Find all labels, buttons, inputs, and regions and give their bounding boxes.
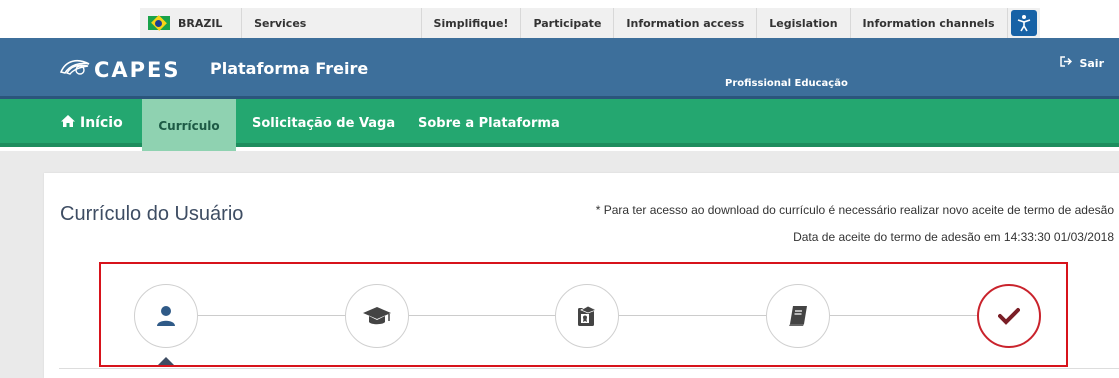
- gov-top-bar: BRAZIL Services Simplifique! Participate…: [0, 0, 1119, 38]
- gov-item-label: Legislation: [769, 16, 838, 30]
- curriculum-stepper: [99, 262, 1068, 367]
- divider: [59, 368, 1119, 369]
- logout-label: Sair: [1079, 57, 1104, 70]
- step-connector: [619, 315, 766, 316]
- current-step-caret: [158, 357, 174, 365]
- logo-text: CAPES: [94, 58, 181, 82]
- step-certificates[interactable]: [555, 284, 619, 348]
- capes-logo[interactable]: CAPES: [58, 56, 181, 84]
- step-finish[interactable]: [977, 284, 1041, 348]
- accessibility-icon: [1010, 10, 1037, 36]
- gov-bar-menu: BRAZIL Services Simplifique! Participate…: [140, 8, 1040, 38]
- home-icon: [60, 114, 76, 132]
- download-notice: * Para ter acesso ao download do currícu…: [595, 203, 1114, 217]
- step-connector: [830, 315, 977, 316]
- nav-item-inicio[interactable]: Início: [60, 99, 123, 147]
- gov-item-information-channels[interactable]: Information channels: [851, 8, 1008, 38]
- gov-item-brazil[interactable]: BRAZIL: [140, 8, 243, 38]
- capes-logo-icon: [58, 56, 92, 84]
- page-title: Currículo do Usuário: [60, 203, 244, 225]
- check-icon: [998, 307, 1020, 325]
- step-connector: [409, 315, 555, 316]
- nav-item-label: Solicitação de Vaga: [252, 115, 396, 131]
- book-icon: [787, 304, 809, 328]
- nav-item-solicitacao-de-vaga[interactable]: Solicitação de Vaga: [252, 99, 395, 147]
- logout-button[interactable]: Sair: [1060, 56, 1104, 70]
- accessibility-button[interactable]: [1008, 8, 1040, 38]
- gov-item-label: Participate: [533, 16, 602, 30]
- brazil-flag-icon: [148, 16, 170, 30]
- gov-item-label: Information channels: [862, 16, 995, 30]
- accept-date-text: Data de aceite do termo de adesão em 14:…: [793, 230, 1114, 244]
- gov-item-simplifique[interactable]: Simplifique!: [422, 8, 522, 38]
- user-profile-label: Profissional Educação: [725, 78, 848, 89]
- sign-out-icon: [1060, 56, 1076, 70]
- site-header: CAPES Plataforma Freire Profissional Edu…: [0, 38, 1119, 100]
- gov-item-services[interactable]: Services: [242, 8, 422, 38]
- nav-item-sobre-a-plataforma[interactable]: Sobre a Plataforma: [418, 99, 560, 147]
- graduation-cap-icon: [362, 305, 392, 327]
- nav-item-label: Currículo: [158, 119, 220, 133]
- gov-item-label: Information access: [626, 16, 745, 30]
- platform-name: Plataforma Freire: [210, 59, 369, 78]
- gov-item-legislation[interactable]: Legislation: [757, 8, 851, 38]
- nav-item-label: Início: [80, 115, 123, 131]
- gov-item-participate[interactable]: Participate: [521, 8, 615, 38]
- gov-item-information-access[interactable]: Information access: [614, 8, 758, 38]
- step-connector: [198, 315, 345, 316]
- nav-item-label: Sobre a Plataforma: [418, 115, 560, 131]
- step-publications[interactable]: [766, 284, 830, 348]
- gov-item-label: BRAZIL: [178, 16, 223, 30]
- step-personal-data[interactable]: [134, 284, 198, 348]
- certificate-icon: [575, 304, 599, 328]
- step-education[interactable]: [345, 284, 409, 348]
- main-nav: Início Currículo Solicitação de Vaga Sob…: [0, 99, 1119, 153]
- gov-item-label: Simplifique!: [433, 16, 509, 30]
- gov-item-label: Services: [254, 16, 307, 30]
- user-icon: [154, 304, 178, 328]
- nav-item-curriculo[interactable]: Currículo: [142, 99, 236, 153]
